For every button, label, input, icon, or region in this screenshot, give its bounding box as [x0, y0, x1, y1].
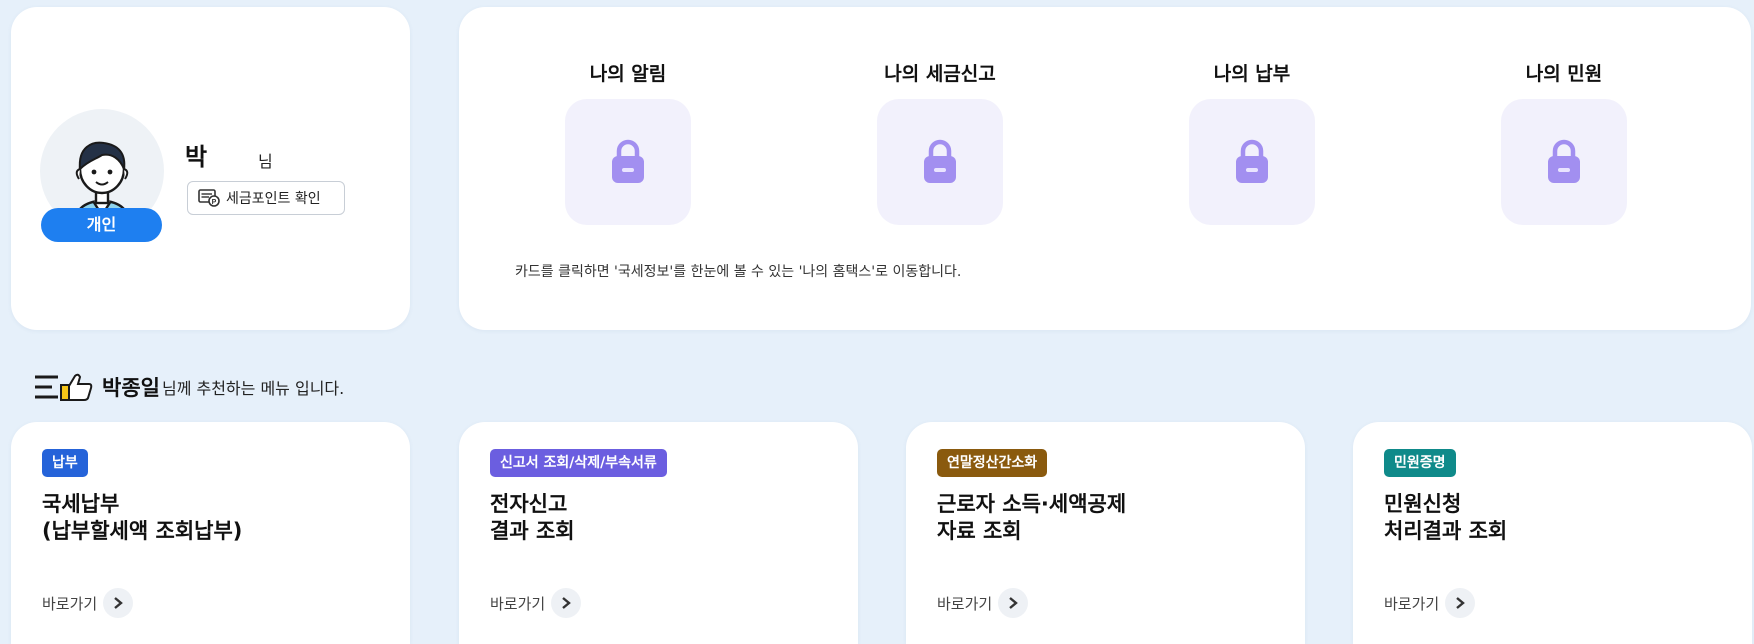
my-hometax-status-card: 나의 알림 나의 세금신고 나의 납부 나의 민원 카드를 클릭하면 '국세정보…: [459, 7, 1751, 330]
go-link-label: 바로가기: [42, 594, 98, 613]
status-title: 나의 납부: [1213, 63, 1291, 85]
user-name: 박: [185, 143, 208, 171]
point-card-icon: P: [198, 189, 220, 207]
menu-card-e-filing-result[interactable]: 신고서 조회/삭제/부속서류 전자신고 결과 조회 바로가기: [459, 422, 858, 644]
lock-icon: [1236, 139, 1268, 183]
go-link[interactable]: 바로가기: [937, 588, 1029, 618]
menu-title: 근로자 소득·세액공제 자료 조회: [937, 492, 1127, 543]
menu-tag: 납부: [42, 449, 88, 477]
lock-icon: [924, 139, 956, 183]
status-lock-box[interactable]: [877, 99, 1003, 225]
go-link-label: 바로가기: [937, 594, 993, 613]
menu-tag: 민원증명: [1384, 449, 1456, 477]
profile-card: 개인 박 님 P 세금포인트 확인: [11, 7, 410, 330]
status-title: 나의 알림: [589, 63, 667, 85]
go-link-label: 바로가기: [490, 594, 546, 613]
menu-card-civil-petition[interactable]: 민원증명 민원신청 처리결과 조회 바로가기: [1353, 422, 1752, 644]
menu-card-year-end-settlement[interactable]: 연말정산간소화 근로자 소득·세액공제 자료 조회 바로가기: [906, 422, 1305, 644]
tax-point-button[interactable]: P 세금포인트 확인: [187, 181, 345, 215]
go-link[interactable]: 바로가기: [490, 588, 582, 618]
go-link[interactable]: 바로가기: [1384, 588, 1476, 618]
chevron-right-icon: [998, 588, 1029, 618]
status-lock-box[interactable]: [1189, 99, 1315, 225]
chevron-right-icon: [103, 588, 134, 618]
recommend-caption: 님께 추천하는 메뉴 입니다.: [161, 379, 345, 398]
tax-point-label: 세금포인트 확인: [226, 191, 321, 207]
menu-title: 전자신고 결과 조회: [490, 492, 575, 543]
status-lock-box[interactable]: [565, 99, 691, 225]
lock-icon: [1548, 139, 1580, 183]
chevron-right-icon: [1445, 588, 1476, 618]
go-link[interactable]: 바로가기: [42, 588, 134, 618]
user-name-suffix: 님: [258, 152, 273, 171]
status-title: 나의 세금신고: [884, 63, 996, 85]
svg-text:P: P: [212, 199, 217, 206]
lock-icon: [612, 139, 644, 183]
menu-card-tax-payment[interactable]: 납부 국세납부 (납부할세액 조회납부) 바로가기: [11, 422, 410, 644]
chevron-right-icon: [551, 588, 582, 618]
menu-title: 국세납부 (납부할세액 조회납부): [42, 492, 243, 543]
menu-tag: 신고서 조회/삭제/부속서류: [490, 449, 667, 477]
status-note: 카드를 클릭하면 '국세정보'를 한눈에 볼 수 있는 '나의 홈택스'로 이동…: [515, 264, 962, 280]
user-type-badge: 개인: [41, 208, 162, 242]
go-link-label: 바로가기: [1384, 594, 1440, 613]
menu-tag: 연말정산간소화: [937, 449, 1048, 477]
status-title: 나의 민원: [1525, 63, 1603, 85]
status-lock-box[interactable]: [1501, 99, 1627, 225]
recommend-user-name: 박종일: [102, 376, 160, 400]
menu-thumbs-up-icon: [35, 373, 93, 401]
menu-title: 민원신청 처리결과 조회: [1384, 492, 1508, 543]
recommend-header: 박종일 님께 추천하는 메뉴 입니다.: [34, 370, 344, 404]
